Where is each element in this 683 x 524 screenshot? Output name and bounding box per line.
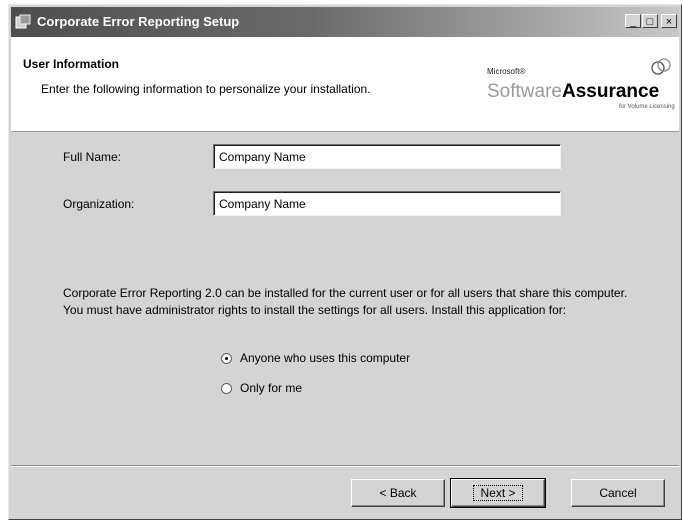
footer-divider-highlight bbox=[11, 466, 679, 467]
back-button[interactable]: < Back bbox=[351, 479, 445, 507]
installer-icon bbox=[15, 14, 31, 29]
logo-brand: Microsoft® bbox=[487, 67, 526, 76]
software-assurance-logo: SoftwareAssurance bbox=[487, 81, 659, 103]
radio-option-only-me[interactable]: Only for me bbox=[221, 381, 302, 395]
wizard-header: User Information Enter the following inf… bbox=[11, 37, 679, 132]
install-scope-description: Corporate Error Reporting 2.0 can be ins… bbox=[63, 286, 628, 317]
maximize-button[interactable]: □ bbox=[642, 14, 658, 28]
logo-assurance-text: Assurance bbox=[561, 81, 660, 102]
page-title: User Information bbox=[23, 57, 120, 71]
close-button[interactable]: × bbox=[661, 14, 677, 28]
radio-option-anyone[interactable]: Anyone who uses this computer bbox=[221, 351, 410, 365]
next-button[interactable]: Next > bbox=[450, 478, 546, 508]
radio-label-anyone: Anyone who uses this computer bbox=[240, 351, 411, 365]
radio-label-only-me: Only for me bbox=[240, 381, 303, 395]
organization-label: Organization: bbox=[63, 197, 135, 211]
software-assurance-logo-icon bbox=[651, 58, 671, 75]
radio-unselected-icon[interactable] bbox=[221, 383, 232, 394]
logo-software-text: Software bbox=[487, 81, 562, 102]
title-bar[interactable]: Corporate Error Reporting Setup _ □ × bbox=[11, 7, 679, 37]
cancel-button[interactable]: Cancel bbox=[571, 479, 665, 507]
setup-window: Corporate Error Reporting Setup _ □ × Us… bbox=[8, 4, 682, 520]
minimize-button[interactable]: _ bbox=[625, 14, 641, 28]
window-title: Corporate Error Reporting Setup bbox=[37, 14, 240, 29]
page-description: Enter the following information to perso… bbox=[41, 82, 371, 96]
next-button-label: Next > bbox=[473, 485, 523, 501]
full-name-label: Full Name: bbox=[63, 150, 122, 164]
full-name-input[interactable] bbox=[213, 144, 561, 169]
logo-subtitle: for Volume Licensing bbox=[619, 104, 675, 110]
radio-selected-icon[interactable] bbox=[221, 353, 232, 364]
organization-input[interactable] bbox=[213, 191, 561, 216]
